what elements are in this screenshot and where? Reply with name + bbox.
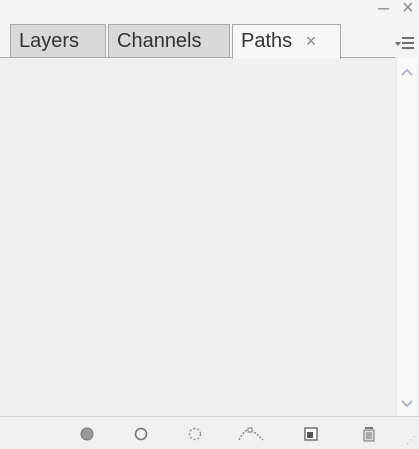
tab-layers[interactable]: Layers	[10, 24, 106, 57]
make-work-path-icon[interactable]	[236, 425, 266, 443]
paths-panel: – × Layers Channels Paths × ⋰	[0, 0, 419, 449]
tab-channels[interactable]: Channels	[108, 24, 230, 57]
load-path-as-selection-icon[interactable]	[186, 425, 204, 443]
minimize-icon[interactable]: –	[378, 0, 389, 20]
tab-label: Layers	[19, 30, 80, 52]
delete-path-icon[interactable]	[360, 425, 378, 443]
tab-paths[interactable]: Paths ×	[232, 24, 341, 59]
tab-label: Channels	[117, 30, 202, 52]
panel-header: – × Layers Channels Paths ×	[0, 0, 419, 59]
fill-path-icon[interactable]	[78, 425, 96, 443]
stroke-path-icon[interactable]	[132, 425, 150, 443]
resize-grip-icon[interactable]: ⋰	[406, 435, 416, 446]
vertical-scrollbar[interactable]	[396, 58, 417, 416]
panel-menu-icon[interactable]	[393, 34, 415, 54]
scroll-up-icon[interactable]	[399, 64, 415, 82]
close-icon[interactable]: ×	[402, 0, 414, 20]
scroll-down-icon[interactable]	[399, 396, 415, 414]
paths-list[interactable]	[0, 58, 395, 416]
tab-close-icon[interactable]: ×	[306, 31, 317, 51]
create-new-path-icon[interactable]	[302, 425, 320, 443]
tab-label: Paths	[241, 30, 293, 52]
bottom-toolbar: ⋰	[0, 416, 419, 449]
